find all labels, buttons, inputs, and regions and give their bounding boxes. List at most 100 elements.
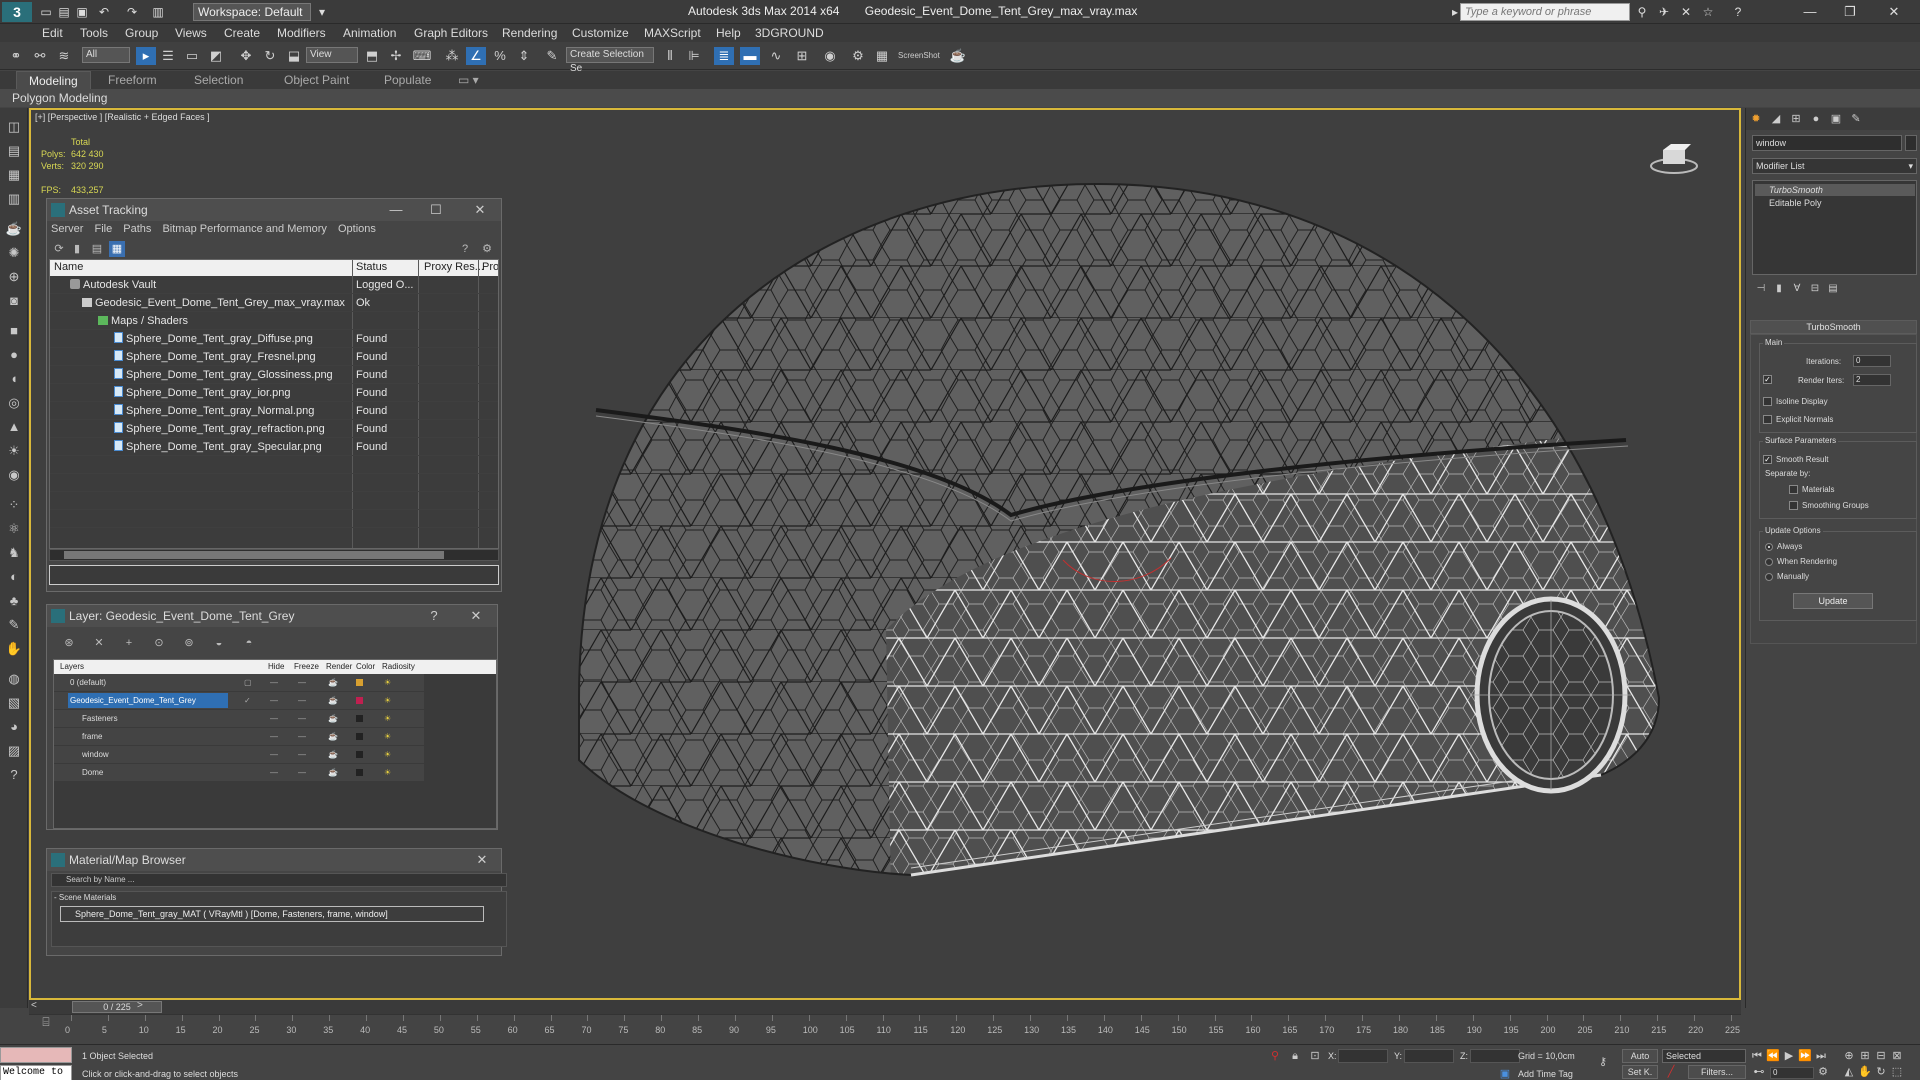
object-color-swatch[interactable] [1905,135,1917,151]
y-coord-field[interactable] [1404,1049,1454,1063]
new-file-icon[interactable]: ▭ [38,4,54,20]
polygon-modeling-label[interactable]: Polygon Modeling [12,91,107,105]
layer-color-swatch[interactable] [356,769,363,776]
binoculars-icon[interactable]: ⚲ [1634,4,1650,20]
key-selection-dropdown[interactable]: Selected [1662,1049,1746,1063]
auto-key-button[interactable]: Auto [1622,1049,1658,1063]
search-input[interactable]: Type a keyword or phrase [1460,3,1630,21]
menu-views[interactable]: Views [175,26,207,40]
show-end-result-icon[interactable]: ▮ [1770,283,1788,294]
time-slider-thumb[interactable]: 0 / 225 [72,1001,162,1013]
table-icon[interactable]: ▨ [5,742,23,760]
spinner-snap-icon[interactable]: ⇕ [514,47,534,65]
save-file-icon[interactable]: ▣ [74,4,90,20]
add-time-tag[interactable]: Add Time Tag [1518,1069,1573,1079]
detail-view-icon[interactable]: ▤ [89,241,105,257]
rect-selection-icon[interactable]: ▭ [182,47,202,65]
freeze-toggle[interactable]: — [298,728,306,746]
viewport-icon[interactable]: ◫ [5,118,23,136]
active-layer-check-icon[interactable]: ✓ [244,692,251,710]
align-icon[interactable]: ⊫ [684,47,704,65]
menu-animation[interactable]: Animation [343,26,396,40]
field-of-view-icon[interactable]: ◭ [1842,1065,1856,1079]
orbit-icon[interactable]: ↻ [1874,1065,1888,1079]
open-file-icon[interactable]: ▤ [56,4,72,20]
layer-panel[interactable]: Layer: Geodesic_Event_Dome_Tent_Grey ? ✕… [46,604,498,830]
freeze-toggle[interactable]: — [298,692,306,710]
cylinder-icon[interactable]: ◖ [5,370,23,388]
mirror-icon[interactable]: ⫴ [660,47,680,65]
delete-layer-icon[interactable]: ✕ [91,635,107,651]
col-color[interactable]: Color [356,662,375,671]
close-material-browser-icon[interactable]: ✕ [473,851,491,869]
add-layer-icon[interactable]: + [121,635,137,651]
materials-checkbox[interactable] [1789,485,1798,494]
menu-file[interactable]: File [94,223,112,235]
favorites-star-icon[interactable]: ☆ [1700,4,1716,20]
render-teapot-icon[interactable]: ☕ [328,692,338,710]
layer-row[interactable]: frame — — ☕ ☀ [54,728,424,746]
table-row[interactable]: Geodesic_Event_Dome_Tent_Grey_max_vray.m… [50,294,498,312]
minimize-panel-icon[interactable]: — [387,201,405,219]
workspace-arrow-icon[interactable]: ▾ [314,4,330,20]
select-in-layer-icon[interactable]: ⊙ [151,635,167,651]
undo-icon[interactable]: ↶ [96,4,112,20]
close-layer-panel-icon[interactable]: ✕ [467,607,485,625]
named-selection-dropdown[interactable]: Create Selection Se [566,47,654,74]
refresh-icon[interactable]: ⟳ [51,241,67,257]
col-proxy-res[interactable]: Proxy Res... [424,261,484,273]
col-render[interactable]: Render [326,662,352,671]
goto-end-icon[interactable]: ⏭ [1814,1049,1828,1063]
layer-help-icon[interactable]: ? [425,607,443,625]
stack-item-turbosmooth[interactable]: TurboSmooth [1755,184,1915,196]
active-layer-icon[interactable]: ▢ [244,674,252,692]
isolate-selection-icon[interactable]: ⚲ [1268,1049,1282,1063]
hide-toggle[interactable]: — [270,692,278,710]
display-tab-icon[interactable]: ▣ [1828,111,1844,127]
hide-toggle[interactable]: — [270,710,278,728]
set-key-icon[interactable]: ⚷ [1596,1055,1610,1069]
keyboard-shortcut-icon[interactable]: ⌨ [412,47,432,65]
ref-coord-dropdown[interactable]: View [306,47,358,63]
display-icon[interactable]: ▦ [5,166,23,184]
layers-icon[interactable]: ▧ [5,694,23,712]
table-row[interactable]: Sphere_Dome_Tent_gray_Specular.png Found [50,438,498,456]
col-radiosity[interactable]: Radiosity [382,662,415,671]
angle-snap-icon[interactable]: ∠ [466,47,486,65]
menu-edit[interactable]: Edit [42,26,63,40]
menu-bitmap-performance[interactable]: Bitmap Performance and Memory [162,223,326,235]
render-frame-icon[interactable]: ▦ [872,47,892,65]
select-manipulate-icon[interactable]: ✢ [386,47,406,65]
scale-icon[interactable]: ⬓ [284,47,304,65]
menu-modifiers[interactable]: Modifiers [277,26,326,40]
table-row[interactable]: Sphere_Dome_Tent_gray_Normal.png Found [50,402,498,420]
viewcube-icon[interactable] [1649,140,1699,176]
menu-server[interactable]: Server [51,223,83,235]
table-row[interactable]: Autodesk Vault Logged O... [50,276,498,294]
render-setup-icon[interactable]: ⚙ [848,47,868,65]
grab-icon[interactable]: ✋ [5,640,23,658]
layer-row[interactable]: 0 (default) ▢ — — ☕ ☀ [54,674,424,692]
material-editor-icon[interactable]: ◉ [820,47,840,65]
sun-icon[interactable]: ☀ [5,442,23,460]
bind-space-warp-icon[interactable]: ≋ [54,47,74,65]
timeline-ruler[interactable]: 0 5 10 15 20 25 30 35 40 45 50 55 60 65 70 75 80 85 90 95 10… [29,1014,1741,1044]
selection-filter-dropdown[interactable]: All [82,47,130,63]
set-key-button[interactable]: Set K. [1622,1065,1658,1079]
asset-path-field[interactable] [49,565,499,585]
render-teapot-icon[interactable]: ☕ [328,764,338,782]
move-icon[interactable]: ✥ [236,47,256,65]
table-row[interactable]: Maps / Shaders [50,312,498,330]
turbosmooth-rollout-title[interactable]: TurboSmooth [1750,320,1917,334]
next-key-icon[interactable]: ⏩ [1798,1049,1812,1063]
smooth-result-checkbox[interactable]: ✓ [1763,455,1772,464]
maxscript-mini-listener[interactable]: Welcome to [0,1065,72,1080]
snaps-toggle-icon[interactable]: ⁂ [442,47,462,65]
render-teapot-icon[interactable]: ☕ [328,710,338,728]
list-view-icon[interactable]: ▮ [69,241,85,257]
percent-snap-icon[interactable]: % [490,47,510,65]
hide-toggle[interactable]: — [270,728,278,746]
menu-graph-editors[interactable]: Graph Editors [414,26,488,40]
utilities-tab-icon[interactable]: ✎ [1848,111,1864,127]
when-rendering-radio[interactable] [1765,558,1773,566]
